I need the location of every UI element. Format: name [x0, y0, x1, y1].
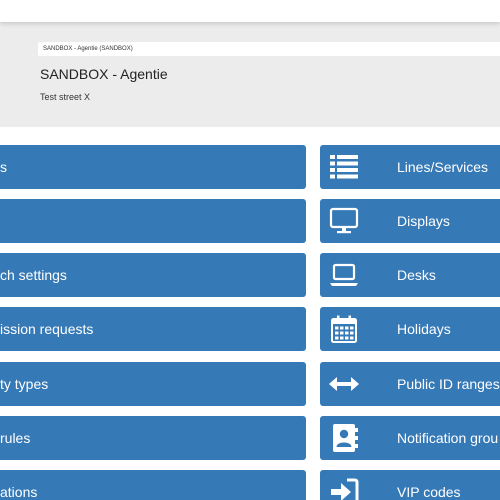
top-navigation-bar — [0, 0, 500, 22]
address-book-icon — [328, 422, 360, 454]
agency-address: Test street X — [40, 92, 91, 102]
left-tile-1-label: s — [0, 159, 7, 175]
left-right-arrow-icon — [328, 368, 360, 400]
left-tile-7-label: ations — [0, 484, 38, 500]
agency-page: SANDBOX - Agentie (SANDBOX) SANDBOX - Ag… — [0, 0, 500, 500]
displays-label: Displays — [397, 213, 450, 229]
left-tile-6-label: rules — [0, 430, 31, 446]
left-tile-4[interactable]: ission requests — [0, 307, 306, 351]
vip-codes-button[interactable]: VIP codes — [320, 470, 500, 500]
left-tile-5-label: ty types — [0, 376, 49, 392]
public-id-ranges-label: Public ID ranges — [397, 376, 500, 392]
desks-label: Desks — [397, 267, 436, 283]
left-tile-5[interactable]: ty types — [0, 362, 306, 406]
breadcrumb[interactable]: SANDBOX - Agentie (SANDBOX) — [38, 42, 500, 56]
left-tile-4-label: ission requests — [0, 321, 94, 337]
notification-groups-button[interactable]: Notification grou — [320, 416, 500, 460]
monitor-icon — [328, 205, 360, 237]
holidays-button[interactable]: Holidays — [320, 307, 500, 351]
holidays-label: Holidays — [397, 321, 451, 337]
left-tile-3[interactable]: ch settings — [0, 253, 306, 297]
notification-groups-label: Notification grou — [397, 430, 499, 446]
lines-services-button[interactable]: Lines/Services — [320, 145, 500, 189]
sign-in-icon — [328, 476, 360, 500]
left-tile-7[interactable]: ations — [0, 470, 306, 500]
left-tile-1[interactable]: s — [0, 145, 306, 189]
desks-button[interactable]: Desks — [320, 253, 500, 297]
public-id-ranges-button[interactable]: Public ID ranges — [320, 362, 500, 406]
left-tile-3-label: ch settings — [0, 267, 67, 283]
laptop-icon — [328, 259, 360, 291]
vip-codes-label: VIP codes — [397, 484, 461, 500]
page-title: SANDBOX - Agentie — [40, 66, 168, 82]
calendar-icon — [328, 313, 360, 345]
list-icon — [328, 151, 360, 183]
left-tile-2[interactable] — [0, 199, 306, 243]
displays-button[interactable]: Displays — [320, 199, 500, 243]
left-tile-6[interactable]: rules — [0, 416, 306, 460]
lines-services-label: Lines/Services — [397, 159, 489, 175]
